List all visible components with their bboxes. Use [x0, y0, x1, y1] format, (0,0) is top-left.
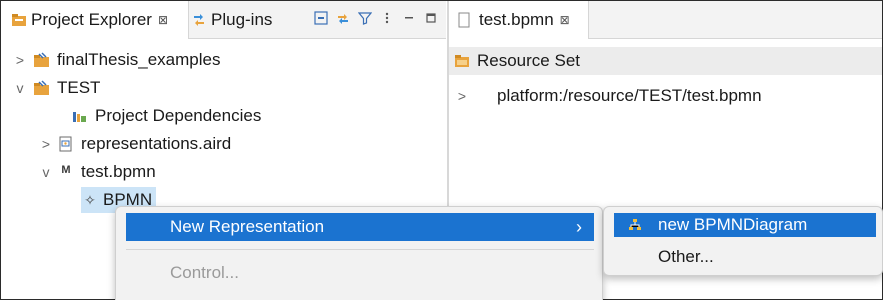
tab-label: Project Explorer [31, 10, 152, 29]
editor-tab-label: test.bpmn [479, 10, 554, 29]
resource-set-icon [453, 53, 471, 69]
menu-item-label: New Representation [170, 217, 325, 236]
aird-file-icon [57, 136, 75, 152]
maximize-icon[interactable] [424, 11, 438, 25]
menu-item-new-bpmndiagram[interactable]: new BPMNDiagram [614, 213, 876, 237]
tab-test-bpmn[interactable]: test.bpmn ⊠ [449, 1, 589, 39]
menu-separator [126, 249, 594, 250]
tree-item-label: representations.aird [81, 134, 232, 153]
editor-tab-bar: test.bpmn ⊠ [449, 1, 882, 39]
tab-project-explorer[interactable]: Project Explorer ⊠ [1, 1, 189, 39]
project-explorer-icon [11, 12, 27, 28]
minimize-icon[interactable] [402, 11, 416, 25]
tree-item-project-dependencies[interactable]: Project Dependencies [71, 103, 261, 129]
menu-item-label: Other... [658, 247, 714, 266]
collapse-all-icon[interactable] [314, 11, 328, 25]
diagram-icon [626, 217, 644, 233]
menu-item-new-representation[interactable]: New Representation › [126, 213, 594, 241]
close-tab-icon[interactable]: ⊠ [158, 13, 168, 27]
model-file-icon: M [61, 164, 71, 176]
menu-item-label: Control... [170, 263, 239, 282]
resource-uri: platform:/resource/TEST/test.bpmn [497, 86, 762, 105]
menu-item-control[interactable]: Control... [126, 259, 594, 287]
submenu: new BPMNDiagram Other... [603, 206, 883, 276]
project-folder-icon [33, 52, 51, 68]
collapse-chevron-icon[interactable]: v [39, 164, 53, 180]
tree-item-test-bpmn[interactable]: v M test.bpmn [39, 159, 156, 185]
resource-row[interactable]: > platform:/resource/TEST/test.bpmn [455, 83, 762, 109]
resource-set-label: Resource Set [477, 51, 580, 70]
view-toolbar [314, 11, 438, 25]
menu-item-label: new BPMNDiagram [658, 215, 808, 234]
file-icon [455, 12, 473, 28]
tab-plug-ins[interactable]: Plug-ins [191, 1, 272, 39]
tree-item-label: Project Dependencies [95, 106, 262, 125]
plug-ins-icon [191, 12, 207, 28]
context-menu: New Representation › Control... [115, 206, 603, 300]
link-with-editor-icon[interactable] [336, 11, 350, 25]
tree-item-finalthesis-examples[interactable]: > finalThesis_examples [13, 47, 221, 73]
expand-chevron-icon[interactable]: > [39, 136, 53, 152]
collapse-chevron-icon[interactable]: v [13, 80, 27, 96]
tree-item-label: test.bpmn [81, 162, 156, 181]
expand-chevron-icon[interactable]: > [13, 52, 27, 68]
library-icon [71, 108, 89, 124]
tree-item-label: TEST [57, 78, 101, 97]
tab-label: Plug-ins [211, 10, 273, 29]
tree-item-test[interactable]: v TEST [13, 75, 101, 101]
view-tab-bar: Project Explorer ⊠ Plug-ins [1, 1, 446, 39]
tree-item-representations-aird[interactable]: > representations.aird [39, 131, 231, 157]
project-folder-icon [33, 80, 51, 96]
tree-item-label: finalThesis_examples [57, 50, 221, 69]
submenu-arrow-icon: › [576, 216, 582, 237]
filter-icon[interactable] [357, 11, 373, 25]
resource-set-row[interactable]: Resource Set [449, 47, 882, 75]
close-tab-icon[interactable]: ⊠ [560, 13, 570, 27]
menu-item-other[interactable]: Other... [614, 245, 876, 269]
bpmn-element-icon: ✧ [84, 191, 96, 208]
view-menu-icon[interactable] [380, 11, 394, 25]
expand-chevron-icon[interactable]: > [455, 88, 469, 104]
